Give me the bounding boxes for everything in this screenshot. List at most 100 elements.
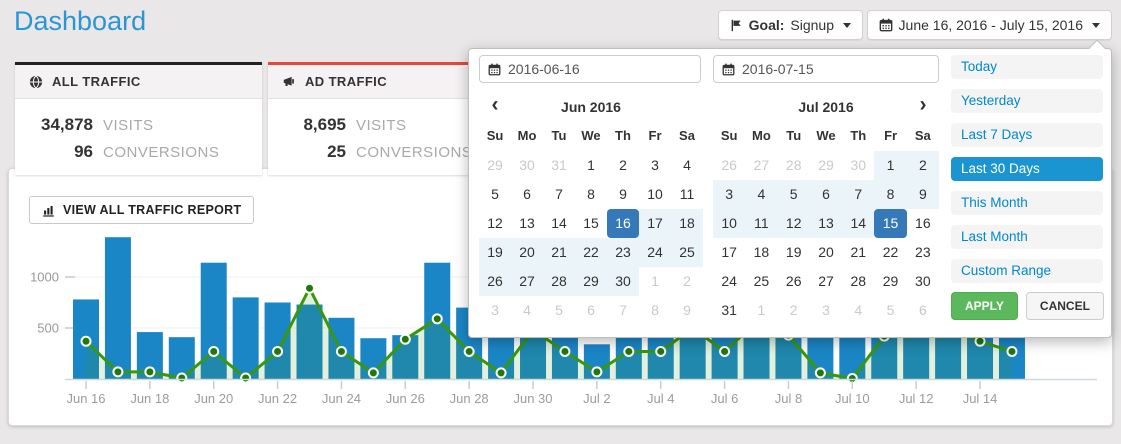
calendar-day[interactable]: 14	[842, 209, 874, 238]
calendar-day[interactable]: 5	[543, 296, 575, 325]
end-date-input[interactable]	[742, 61, 930, 77]
calendar-day[interactable]: 3	[639, 151, 671, 180]
calendar-day[interactable]: 17	[639, 209, 671, 238]
calendar-day[interactable]: 15	[874, 209, 906, 238]
calendar-day[interactable]: 24	[639, 238, 671, 267]
calendar-day[interactable]: 22	[575, 238, 607, 267]
calendar-day[interactable]: 1	[745, 296, 777, 325]
calendar-day[interactable]: 9	[671, 296, 703, 325]
calendar-day[interactable]: 1	[639, 267, 671, 296]
calendar-day[interactable]: 17	[713, 238, 745, 267]
range-option[interactable]: Today	[951, 55, 1103, 79]
calendar-day[interactable]: 11	[745, 209, 777, 238]
calendar-day[interactable]: 23	[907, 238, 939, 267]
calendar-day[interactable]: 29	[810, 151, 842, 180]
calendar-day[interactable]: 30	[842, 151, 874, 180]
calendar-day[interactable]: 22	[874, 238, 906, 267]
calendar-day[interactable]: 9	[907, 180, 939, 209]
calendar-day[interactable]: 2	[607, 151, 639, 180]
calendar-day[interactable]: 30	[607, 267, 639, 296]
calendar-day[interactable]: 6	[907, 296, 939, 325]
calendar-day[interactable]: 29	[479, 151, 511, 180]
calendar-day[interactable]: 30	[511, 151, 543, 180]
calendar-day[interactable]: 18	[671, 209, 703, 238]
calendar-day[interactable]: 7	[607, 296, 639, 325]
calendar-day[interactable]: 31	[543, 151, 575, 180]
range-option[interactable]: Last 30 Days	[951, 157, 1103, 181]
calendar-day[interactable]: 2	[907, 151, 939, 180]
calendar-day[interactable]: 18	[745, 238, 777, 267]
calendar-day[interactable]: 26	[778, 267, 810, 296]
calendar-day[interactable]: 8	[874, 180, 906, 209]
date-range-button[interactable]: June 16, 2016 - July 15, 2016	[867, 10, 1112, 40]
calendar-day[interactable]: 3	[810, 296, 842, 325]
calendar-day[interactable]: 19	[479, 238, 511, 267]
range-option[interactable]: Custom Range	[951, 259, 1103, 283]
calendar-day[interactable]: 28	[778, 151, 810, 180]
calendar-day[interactable]: 30	[907, 267, 939, 296]
calendar-day[interactable]: 12	[778, 209, 810, 238]
calendar-day[interactable]: 27	[810, 267, 842, 296]
calendar-day[interactable]: 5	[479, 180, 511, 209]
calendar-day[interactable]: 6	[511, 180, 543, 209]
calendar-day[interactable]: 11	[671, 180, 703, 209]
calendar-day[interactable]: 29	[874, 267, 906, 296]
apply-button[interactable]: APPLY	[951, 292, 1018, 320]
calendar-day[interactable]: 10	[639, 180, 671, 209]
prev-month-button[interactable]: ‹	[483, 91, 507, 119]
calendar-day[interactable]: 16	[607, 209, 639, 238]
calendar-day[interactable]: 28	[543, 267, 575, 296]
calendar-day[interactable]: 3	[713, 180, 745, 209]
calendar-day[interactable]: 20	[511, 238, 543, 267]
view-all-traffic-report-button[interactable]: VIEW ALL TRAFFIC REPORT	[29, 196, 254, 224]
calendar-day[interactable]: 6	[810, 180, 842, 209]
calendar-day[interactable]: 2	[671, 267, 703, 296]
calendar-day[interactable]: 4	[511, 296, 543, 325]
calendar-day[interactable]: 6	[575, 296, 607, 325]
calendar-day[interactable]: 27	[511, 267, 543, 296]
calendar-day[interactable]: 5	[874, 296, 906, 325]
calendar-day[interactable]: 23	[607, 238, 639, 267]
calendar-day[interactable]: 25	[745, 267, 777, 296]
range-option[interactable]: This Month	[951, 191, 1103, 215]
calendar-day[interactable]: 9	[607, 180, 639, 209]
calendar-day[interactable]: 7	[842, 180, 874, 209]
calendar-day[interactable]: 29	[575, 267, 607, 296]
calendar-day[interactable]: 21	[543, 238, 575, 267]
range-option[interactable]: Last Month	[951, 225, 1103, 249]
calendar-day[interactable]: 16	[907, 209, 939, 238]
calendar-day[interactable]: 26	[479, 267, 511, 296]
calendar-day[interactable]: 5	[778, 180, 810, 209]
calendar-day[interactable]: 3	[479, 296, 511, 325]
range-option[interactable]: Last 7 Days	[951, 123, 1103, 147]
next-month-button[interactable]: ›	[911, 91, 935, 119]
start-date-input[interactable]	[508, 61, 692, 77]
calendar-day[interactable]: 14	[543, 209, 575, 238]
calendar-day[interactable]: 24	[713, 267, 745, 296]
calendar-day[interactable]: 1	[874, 151, 906, 180]
calendar-day[interactable]: 21	[842, 238, 874, 267]
calendar-day[interactable]: 4	[842, 296, 874, 325]
calendar-day[interactable]: 4	[745, 180, 777, 209]
calendar-day[interactable]: 4	[671, 151, 703, 180]
calendar-day[interactable]: 19	[778, 238, 810, 267]
calendar-day[interactable]: 2	[778, 296, 810, 325]
range-option[interactable]: Yesterday	[951, 89, 1103, 113]
calendar-day[interactable]: 7	[543, 180, 575, 209]
calendar-day[interactable]: 27	[745, 151, 777, 180]
calendar-day[interactable]: 15	[575, 209, 607, 238]
cancel-button[interactable]: CANCEL	[1026, 292, 1104, 320]
calendar-day[interactable]: 25	[671, 238, 703, 267]
calendar-day[interactable]: 13	[810, 209, 842, 238]
goal-button[interactable]: Goal: Signup	[718, 10, 863, 40]
calendar-day[interactable]: 13	[511, 209, 543, 238]
calendar-day[interactable]: 26	[713, 151, 745, 180]
calendar-day[interactable]: 20	[810, 238, 842, 267]
calendar-day[interactable]: 8	[575, 180, 607, 209]
calendar-day[interactable]: 10	[713, 209, 745, 238]
calendar-day[interactable]: 1	[575, 151, 607, 180]
calendar-day[interactable]: 8	[639, 296, 671, 325]
calendar-day[interactable]: 12	[479, 209, 511, 238]
calendar-day[interactable]: 31	[713, 296, 745, 325]
calendar-day[interactable]: 28	[842, 267, 874, 296]
